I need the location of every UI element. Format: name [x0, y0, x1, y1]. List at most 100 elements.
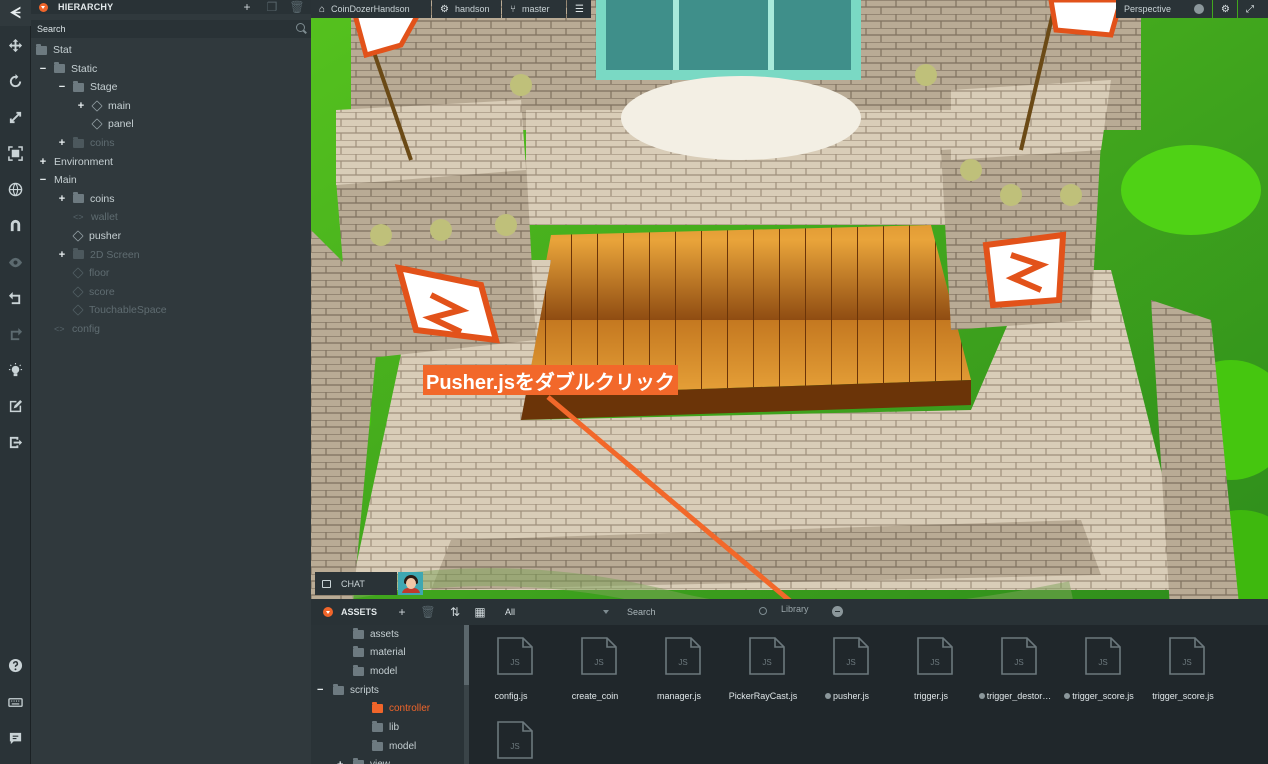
asset-file[interactable]: JS [469, 709, 553, 764]
folder-icon [372, 702, 383, 714]
asset-folder[interactable]: material [337, 644, 406, 662]
asset-file[interactable]: JS config.js [469, 625, 553, 705]
expand-icon[interactable]: + [337, 759, 347, 764]
hierarchy-item[interactable]: Stat [36, 41, 72, 59]
annotation-label: Pusher.jsをダブルクリック [423, 365, 678, 395]
move-tool-button[interactable] [0, 31, 31, 59]
hierarchy-item-label: floor [89, 267, 110, 280]
resize-tool-button[interactable] [0, 139, 31, 167]
delete-asset-icon[interactable]: 🗑 [420, 605, 435, 619]
delete-entity-icon[interactable]: 🗑 [289, 0, 304, 14]
asset-folder[interactable]: model [356, 737, 416, 755]
keyboard-tool-button[interactable] [0, 688, 31, 716]
hierarchy-item[interactable]: <> wallet [57, 208, 118, 226]
hierarchy-item[interactable]: − Static [38, 60, 97, 78]
grid-view-icon[interactable]: ▦ [473, 605, 487, 619]
magnet-tool-button[interactable] [0, 211, 31, 239]
hierarchy-item-label: Stat [53, 44, 72, 56]
playcanvas-logo[interactable]: ᗕ [0, 0, 31, 26]
file-type-label: JS [762, 658, 771, 667]
hierarchy-item-label: wallet [91, 211, 118, 224]
hierarchy-item[interactable]: TouchableSpace [57, 301, 167, 319]
add-entity-icon[interactable]: + [240, 0, 254, 14]
expand-icon[interactable]: + [38, 156, 48, 168]
asset-folder[interactable]: − scripts [317, 681, 379, 699]
scale-tool-button[interactable] [0, 103, 31, 131]
up-folder-icon[interactable]: ⇅ [448, 605, 462, 619]
add-asset-icon[interactable]: + [395, 605, 409, 619]
expand-icon[interactable]: + [57, 249, 67, 261]
collapse-icon[interactable]: − [38, 174, 48, 186]
undo-tool-button[interactable] [0, 284, 31, 312]
branch-button[interactable]: ⑂ master [502, 0, 566, 18]
asset-file[interactable]: JS create_coin [553, 625, 637, 705]
world-tool-button[interactable] [0, 175, 31, 203]
hierarchy-item[interactable]: score [57, 283, 115, 301]
help-tool-button[interactable] [0, 651, 31, 679]
asset-file[interactable]: JS manager.js [637, 625, 721, 705]
collapse-icon[interactable]: − [57, 81, 67, 93]
clear-icon[interactable] [832, 606, 843, 617]
scene-viewport[interactable]: ⌂ CoinDozerHandson ⚙ handson ⑂ master ☰ … [311, 0, 1268, 625]
user-avatar[interactable] [398, 572, 423, 595]
chat-tab[interactable]: CHAT [315, 572, 397, 595]
assets-panel: ASSETS + 🗑 ⇅ ▦ All Search Library assets… [311, 599, 1268, 764]
asset-filter-select[interactable]: All [501, 604, 613, 620]
chat-tool-button[interactable] [0, 724, 31, 752]
chat-icon [322, 579, 331, 588]
lightbulb-tool-button[interactable] [0, 356, 31, 384]
asset-search-input[interactable]: Search [621, 604, 771, 620]
asset-folder[interactable]: assets [337, 625, 399, 643]
scene-list-button[interactable]: ☰ [567, 0, 591, 18]
scene-settings-button[interactable]: ⚙ handson [432, 0, 501, 18]
fullscreen-button[interactable]: ⤢ [1238, 0, 1268, 18]
launch-tool-button[interactable] [0, 428, 31, 456]
duplicate-entity-icon[interactable]: ❐ [265, 0, 279, 14]
asset-file[interactable]: JS trigger_destor… [973, 625, 1057, 705]
hierarchy-item[interactable]: + coins [57, 134, 115, 152]
hierarchy-item[interactable]: +2D Screen [57, 246, 140, 264]
hierarchy-item[interactable]: panel [76, 115, 134, 133]
collapse-icon[interactable]: − [317, 684, 327, 696]
lightbulb-icon [8, 362, 23, 378]
asset-file-label: create_coin [571, 691, 619, 701]
rotate-tool-button[interactable] [0, 67, 31, 95]
asset-file[interactable]: JS pusher.js [805, 625, 889, 705]
hierarchy-item[interactable]: <> config [38, 320, 100, 338]
asset-file[interactable]: JS trigger.js [889, 625, 973, 705]
file-type-label: JS [678, 658, 687, 667]
asset-file[interactable]: JS trigger_score.js [1057, 625, 1141, 705]
eye-tool-button[interactable] [0, 248, 31, 276]
hierarchy-item[interactable]: floor [57, 264, 109, 282]
asset-file[interactable]: JS PickerRayCast.js [721, 625, 805, 705]
hierarchy-item[interactable]: + Environment [38, 153, 113, 171]
asset-folder[interactable]: lib [356, 719, 399, 737]
hierarchy-item[interactable]: − Stage [57, 78, 117, 96]
expand-icon[interactable]: + [57, 193, 67, 205]
asset-folder[interactable]: + view [337, 756, 390, 764]
collapse-panel-icon[interactable] [39, 2, 48, 12]
hierarchy-search-input[interactable]: Search [31, 20, 311, 38]
asset-folder[interactable]: controller [356, 700, 430, 718]
scene-render[interactable] [311, 0, 1268, 625]
expand-icon[interactable]: + [57, 137, 67, 149]
asset-file[interactable]: JS trigger_score.js [1141, 625, 1225, 705]
redo-tool-button[interactable] [0, 320, 31, 348]
collapse-icon[interactable]: − [38, 63, 48, 75]
chevron-down-icon [603, 610, 609, 614]
library-button[interactable]: Library [781, 604, 809, 614]
camera-select[interactable]: Perspective [1116, 0, 1212, 18]
hierarchy-item[interactable]: − Main [38, 171, 77, 189]
project-button[interactable]: ⌂ CoinDozerHandson [311, 0, 431, 18]
file-type-label: JS [594, 658, 603, 667]
edit-tool-button[interactable] [0, 392, 31, 420]
expand-icon[interactable]: + [76, 100, 86, 112]
hierarchy-item[interactable]: + coins [57, 190, 115, 208]
hierarchy-item[interactable]: pusher [57, 227, 121, 245]
collapse-panel-icon[interactable] [323, 607, 333, 617]
hierarchy-item[interactable]: + main [76, 97, 131, 115]
viewport-settings-button[interactable]: ⚙ [1213, 0, 1237, 18]
asset-folder[interactable]: model [337, 662, 397, 680]
hierarchy-title: HIERARCHY [58, 2, 114, 12]
